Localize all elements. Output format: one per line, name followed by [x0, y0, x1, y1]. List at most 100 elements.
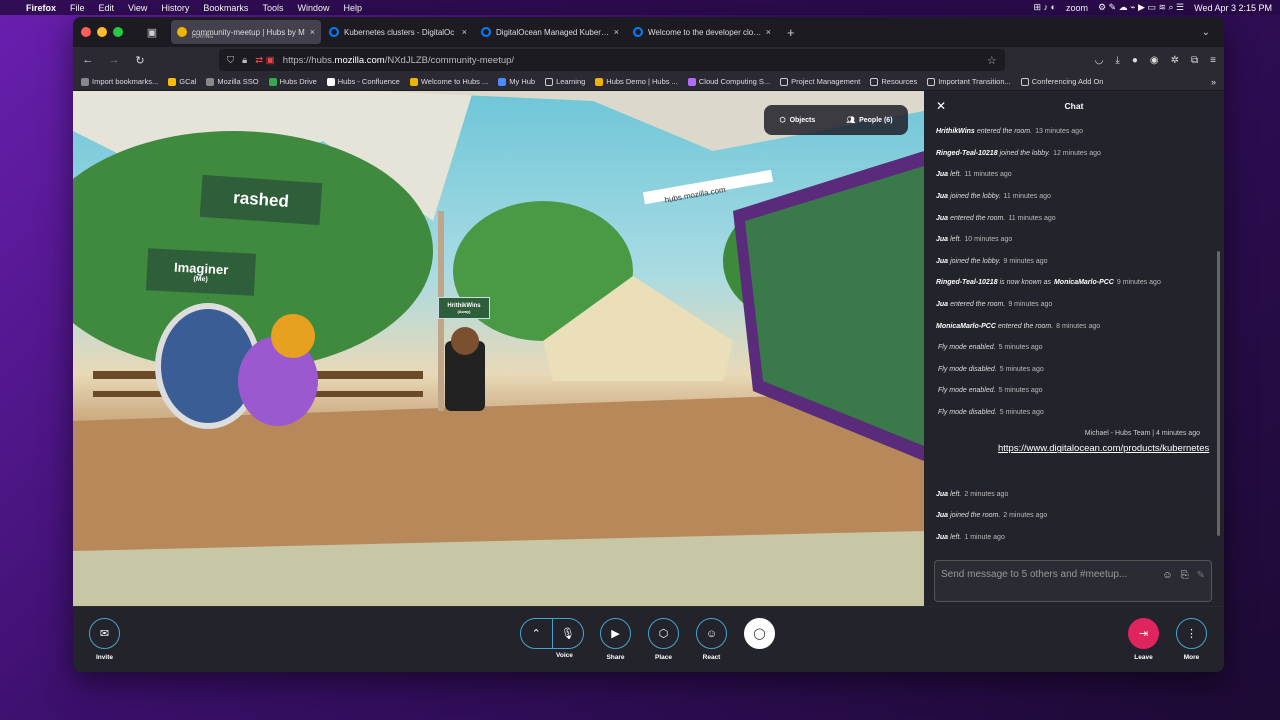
attach-icon[interactable]: ⎘	[1181, 570, 1189, 581]
tray-icons[interactable]: ⚙ ✎ ☁ ⌁ ▶ ▭ ≋ ⌕ ☰	[1098, 2, 1184, 13]
minimize-window-button[interactable]	[97, 27, 107, 37]
list-tabs-chevron-icon[interactable]: ⌄	[1202, 27, 1210, 38]
bookmark-folder[interactable]: Conferencing Add On	[1020, 77, 1103, 86]
microphone-icon[interactable]: 🎙︎	[553, 627, 584, 640]
react-button[interactable]: ☺ React	[696, 618, 727, 661]
more-button[interactable]: ⋮ More	[1176, 618, 1207, 661]
chat-log[interactable]: HrithikWins entered the room. 13 minutes a…	[924, 121, 1218, 551]
chat-username[interactable]: Jua	[936, 512, 948, 519]
bookmark-item[interactable]: Cloud Computing S...	[687, 77, 770, 86]
leave-button[interactable]: ⇥ Leave	[1128, 618, 1159, 661]
bookmark-star-icon[interactable]: ☆	[987, 54, 997, 67]
invite-button[interactable]: ✉ Invite	[89, 618, 120, 661]
bookmark-item[interactable]: Hubs Drive	[268, 77, 317, 86]
tab-kubernetes-clusters[interactable]: Kubernetes clusters - DigitalOc ×	[323, 20, 473, 44]
settings-icon[interactable]: ✲	[1171, 55, 1179, 66]
window-controls	[81, 27, 123, 37]
account-icon[interactable]: ●	[1132, 55, 1138, 66]
chat-username[interactable]: Jua	[936, 301, 948, 308]
tab-developer-cloud[interactable]: Welcome to the developer cloud ×	[627, 20, 777, 44]
menu-window[interactable]: Window	[297, 3, 329, 13]
close-chat-icon[interactable]: ✕	[936, 99, 946, 113]
download-icon[interactable]: ⤓	[1115, 55, 1119, 66]
chat-message-text: Fly mode enabled.	[938, 387, 996, 395]
people-button[interactable]: 👥︎ People (6)	[846, 116, 892, 125]
objects-button[interactable]: ⬡ Objects	[779, 116, 815, 125]
chat-button[interactable]: ◯	[744, 618, 775, 649]
bookmark-item[interactable]: My Hub	[498, 77, 535, 86]
place-button[interactable]: ⬡ Place	[648, 618, 679, 661]
menu-file[interactable]: File	[70, 3, 85, 13]
permissions-icon[interactable]: ⇄ ▣	[255, 55, 275, 66]
bookmark-item[interactable]: GCal	[168, 77, 196, 86]
clock[interactable]: Wed Apr 3 2:15 PM	[1194, 3, 1272, 13]
menu-bookmarks[interactable]: Bookmarks	[203, 3, 248, 13]
chat-username[interactable]: Jua	[936, 491, 948, 498]
chat-username[interactable]: Jua	[936, 193, 948, 200]
react-label: React	[702, 654, 721, 661]
pocket-icon[interactable]: ◡	[1095, 55, 1104, 66]
chat-username[interactable]: Ringed-Teal-10218	[936, 150, 998, 157]
chat-timestamp: 5 minutes ago	[998, 344, 1043, 352]
shield-icon[interactable]: ⛉	[227, 55, 234, 66]
bookmark-item[interactable]: Mozilla SSO	[206, 77, 259, 86]
close-window-button[interactable]	[81, 27, 91, 37]
chat-username[interactable]: MonicaMarlo-PCC	[1054, 279, 1114, 286]
voice-options-chevron-icon[interactable]: ⌃	[521, 627, 552, 640]
chat-username[interactable]: HrithikWins	[936, 128, 975, 135]
forward-button[interactable]: →	[107, 54, 121, 66]
status-icons[interactable]: ⊞ ♪ ◐	[1034, 2, 1056, 13]
menu-help[interactable]: Help	[343, 3, 362, 13]
zoom-menu[interactable]: zoom	[1066, 3, 1088, 13]
url-bar[interactable]: ⛉ 🔒︎ ⇄ ▣ https://hubs.mozilla.com/NXdJLZ…	[219, 49, 1005, 71]
bookmark-item[interactable]: Import bookmarks...	[81, 77, 158, 86]
share-button[interactable]: ▶ Share	[600, 618, 631, 661]
chat-message-input[interactable]	[941, 567, 1155, 597]
bookmark-item[interactable]: Welcome to Hubs ...	[409, 77, 488, 86]
bookmark-folder[interactable]: Learning	[545, 77, 585, 86]
maximize-window-button[interactable]	[113, 27, 123, 37]
chat-scrollbar[interactable]	[1217, 251, 1220, 536]
back-button[interactable]: ←	[81, 54, 95, 66]
chat-message: Jua left. 11 minutes ago	[936, 164, 1206, 186]
close-tab-icon[interactable]: ×	[614, 27, 619, 37]
chat-message-text: Fly mode disabled.	[938, 409, 997, 417]
chat-username[interactable]: Ringed-Teal-10218	[936, 279, 998, 286]
bookmarks-overflow-icon[interactable]: »	[1211, 77, 1216, 87]
close-tab-icon[interactable]: ×	[310, 27, 315, 37]
chat-username[interactable]: Jua	[936, 171, 948, 178]
menu-icon[interactable]: ≡	[1210, 55, 1216, 66]
chat-username[interactable]: MonicaMarlo-PCC	[936, 323, 996, 330]
menu-app[interactable]: Firefox	[26, 3, 56, 13]
tab-managed-kubernetes[interactable]: DigitalOcean Managed Kuberne ×	[475, 20, 625, 44]
hubs-room: hubs.mozilla.com rashed Imaginer (Me) Hr…	[73, 91, 1224, 606]
extension-icon[interactable]: ◉	[1150, 55, 1159, 66]
bookmark-folder[interactable]: Project Management	[780, 77, 860, 86]
chat-username[interactable]: Jua	[936, 215, 948, 222]
chat-username[interactable]: Jua	[936, 534, 948, 541]
menu-edit[interactable]: Edit	[99, 3, 115, 13]
bookmark-item[interactable]: Hubs Demo | Hubs ...	[595, 77, 678, 86]
magic-icon[interactable]: ✎	[1197, 570, 1205, 581]
bookmark-folder[interactable]: Resources	[870, 77, 917, 86]
bookmark-folder[interactable]: Important Transition...	[927, 77, 1011, 86]
tab-community-meetup[interactable]: community-meetup | Hubs by M PLAYING ×	[171, 20, 321, 44]
new-tab-button[interactable]: +	[787, 25, 795, 40]
menu-view[interactable]: View	[128, 3, 147, 13]
chat-timestamp: 5 minutes ago	[999, 409, 1044, 417]
extensions-puzzle-icon[interactable]: ⧉	[1191, 55, 1198, 66]
reload-button[interactable]: ↻	[133, 54, 147, 67]
bookmark-item[interactable]: Hubs - Confluence	[326, 77, 400, 86]
tab-overview-icon[interactable]: ▣	[143, 23, 161, 41]
lock-icon[interactable]: 🔒︎	[242, 55, 247, 66]
chat-username[interactable]: Jua	[936, 236, 948, 243]
chat-post-link[interactable]: https://www.digitalocean.com/products/ku…	[998, 443, 1209, 483]
emoji-icon[interactable]: ☺	[1162, 570, 1172, 581]
menu-tools[interactable]: Tools	[262, 3, 283, 13]
3d-scene-viewport[interactable]: hubs.mozilla.com rashed Imaginer (Me) Hr…	[73, 91, 924, 606]
menu-history[interactable]: History	[161, 3, 189, 13]
close-tab-icon[interactable]: ×	[766, 27, 771, 37]
chat-header: ✕ Chat	[924, 91, 1224, 121]
chat-username[interactable]: Jua	[936, 258, 948, 265]
close-tab-icon[interactable]: ×	[462, 27, 467, 37]
